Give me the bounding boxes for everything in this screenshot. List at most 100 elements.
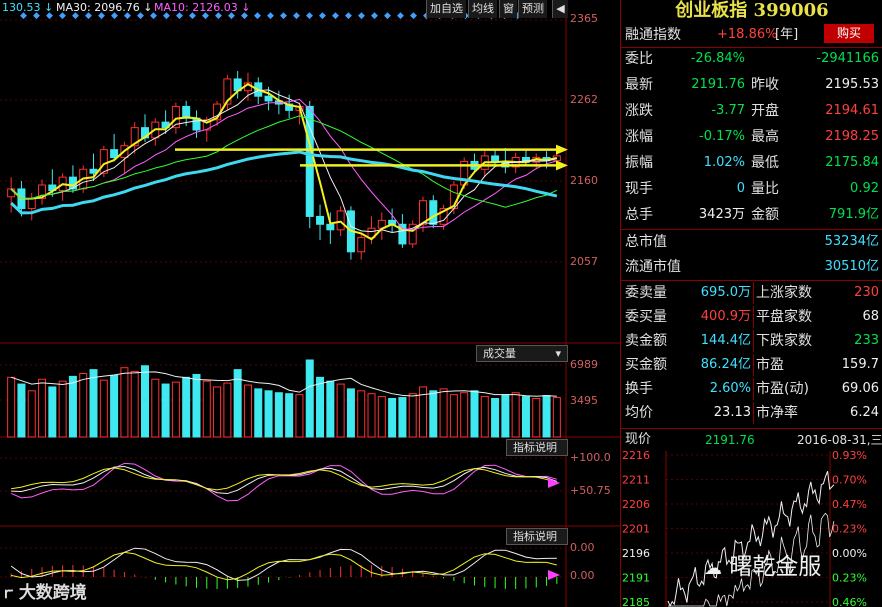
quote-value: 1.02% — [703, 155, 745, 170]
window-button[interactable]: 窗 — [499, 0, 517, 18]
stat-value-2: 159.7 — [841, 357, 879, 372]
volume-bar — [120, 367, 129, 438]
intraday-pct-tick: 0.47% — [832, 498, 867, 511]
volume-bar — [542, 395, 551, 438]
volume-bar — [7, 376, 16, 438]
volume-bar — [552, 397, 561, 438]
stat-label-2: 市净率 — [753, 402, 798, 424]
right-watermark-text: 曙乾金服 — [729, 554, 822, 580]
add-favorite-button[interactable]: 加自选 — [426, 0, 466, 18]
quote-label: 现手 — [625, 181, 653, 197]
stat-label-2: 市盈(动) — [753, 378, 809, 400]
stat-value-2: 230 — [854, 285, 879, 300]
volume-bar — [223, 382, 232, 438]
volume-bar — [346, 388, 355, 438]
volume-bar — [470, 390, 479, 438]
indicator2-label[interactable]: 指标说明 — [506, 528, 568, 545]
intraday-y-tick: 2216 — [622, 451, 650, 462]
y-tick-2160: 2160 — [570, 174, 598, 187]
stat-value: 144.4亿 — [700, 333, 751, 348]
quote-value: -26.84% — [690, 51, 745, 66]
stat-value-2: 6.24 — [850, 405, 879, 420]
stat-label: 委卖量 — [625, 285, 667, 301]
quote-value: -0.17% — [699, 129, 745, 144]
stat-value: 400.9万 — [700, 309, 751, 324]
left-watermark-text: 大数跨境 — [18, 583, 87, 603]
volume-bar — [357, 390, 366, 438]
volume-bar — [171, 381, 180, 438]
ma-button[interactable]: 均线 — [468, 0, 497, 18]
stat-row: 委买量 400.9万 平盘家数 68 — [621, 306, 882, 328]
stat-label: 卖金额 — [625, 333, 667, 349]
volume-bar — [295, 394, 304, 438]
marker-icon: ◆ — [332, 11, 339, 21]
candle — [408, 220, 417, 248]
rz-value: +18.86% — [717, 27, 778, 42]
quote-label: 总手 — [625, 207, 653, 223]
marker-icon: ◆ — [345, 11, 352, 21]
y-tick-2057: 2057 — [570, 255, 598, 268]
quote-row: 涨幅 -0.17% 最高 2198.25 — [621, 126, 882, 148]
intraday-chart[interactable]: 2216 0.93% 2211 0.70% 2206 0.47% 2201 0.23% 2196… — [620, 451, 882, 607]
intraday-y-tick: 2201 — [622, 523, 650, 536]
volume-bar — [182, 376, 191, 438]
marker-icon: ◆ — [319, 11, 326, 21]
stat-value-2: 69.06 — [841, 381, 879, 396]
ma-first-label: 130.53 ↓ — [2, 1, 54, 14]
forecast-button[interactable]: 预测 — [518, 0, 547, 18]
stat-value: 2.60% — [709, 381, 751, 396]
volume-bar — [460, 392, 469, 438]
volume-bar — [388, 398, 397, 438]
back-arrow-icon[interactable]: ◀ — [552, 0, 568, 18]
quote-label-2: 开盘 — [751, 103, 779, 119]
ma10-label: MA10: 2126.03 ↓ — [154, 1, 251, 14]
divider — [621, 280, 882, 281]
ind1-tick-100: +100.0 — [570, 451, 611, 464]
indicator1-label[interactable]: 指标说明 — [506, 439, 568, 456]
quote-label: 振幅 — [625, 155, 653, 171]
stat-label: 换手 — [625, 381, 653, 397]
stat-value: 23.13 — [713, 405, 751, 420]
stat-label-2: 平盘家数 — [753, 306, 812, 328]
volume-bar — [68, 375, 77, 438]
stat-value: 695.0万 — [700, 285, 751, 300]
market-label: 总市值 — [625, 234, 667, 250]
macd-dif — [10, 547, 557, 581]
intraday-y-tick: 2191 — [622, 572, 650, 585]
chart-canvas[interactable]: ◆◆◆◆◆◆◆◆◆◆◆◆◆◆◆◆◆◆◆◆◆◆◆◆◆◆◆◆◆◆◆◆◆◆◆◆◆◆◆ — [0, 0, 620, 607]
stat-label-2: 上涨家数 — [753, 282, 812, 304]
quote-value: -3.77 — [711, 103, 745, 118]
intraday-pct-tick: 0.23% — [832, 572, 867, 585]
marker-icon: ◆ — [280, 11, 287, 21]
intraday-y-tick: 2196 — [622, 547, 650, 560]
buy-button[interactable]: 购买 — [824, 24, 874, 43]
quote-row: 最新 2191.76 昨收 2195.53 — [621, 74, 882, 96]
market-row: 流通市值 30510亿 — [621, 256, 882, 278]
candle — [377, 212, 386, 240]
stat-value: 86.24亿 — [700, 357, 751, 372]
rz-unit: [年] — [775, 27, 799, 42]
stat-row: 委卖量 695.0万 上涨家数 230 — [621, 282, 882, 304]
market-value: 53234亿 — [824, 234, 879, 249]
left-watermark-logo: ꭈ 大数跨境 — [4, 578, 87, 603]
quote-value-2: 2175.84 — [825, 155, 879, 170]
intraday-pct-tick: 0.46% — [832, 596, 867, 607]
marker-icon: ◆ — [371, 11, 378, 21]
ind1-tick-50: +50.75 — [570, 484, 611, 497]
volume-bar — [408, 393, 417, 438]
volume-bar — [377, 396, 386, 438]
quote-label-2: 最高 — [751, 129, 779, 145]
quote-label-2: 昨收 — [751, 77, 779, 93]
volume-panel-label[interactable]: 成交量 ▾ — [476, 345, 568, 362]
candle — [27, 192, 36, 221]
index-title: 创业板指 399006 — [675, 0, 829, 21]
stat-row: 买金额 86.24亿 市盈 159.7 — [621, 354, 882, 376]
volume-bar — [130, 371, 139, 438]
volume-bar — [521, 396, 530, 438]
volume-bar — [439, 388, 448, 438]
volume-bar — [491, 398, 500, 438]
market-value: 30510亿 — [824, 259, 879, 274]
volume-bar — [285, 393, 294, 438]
volume-bar — [79, 372, 88, 438]
stat-label-2: 下跌家数 — [753, 330, 812, 352]
